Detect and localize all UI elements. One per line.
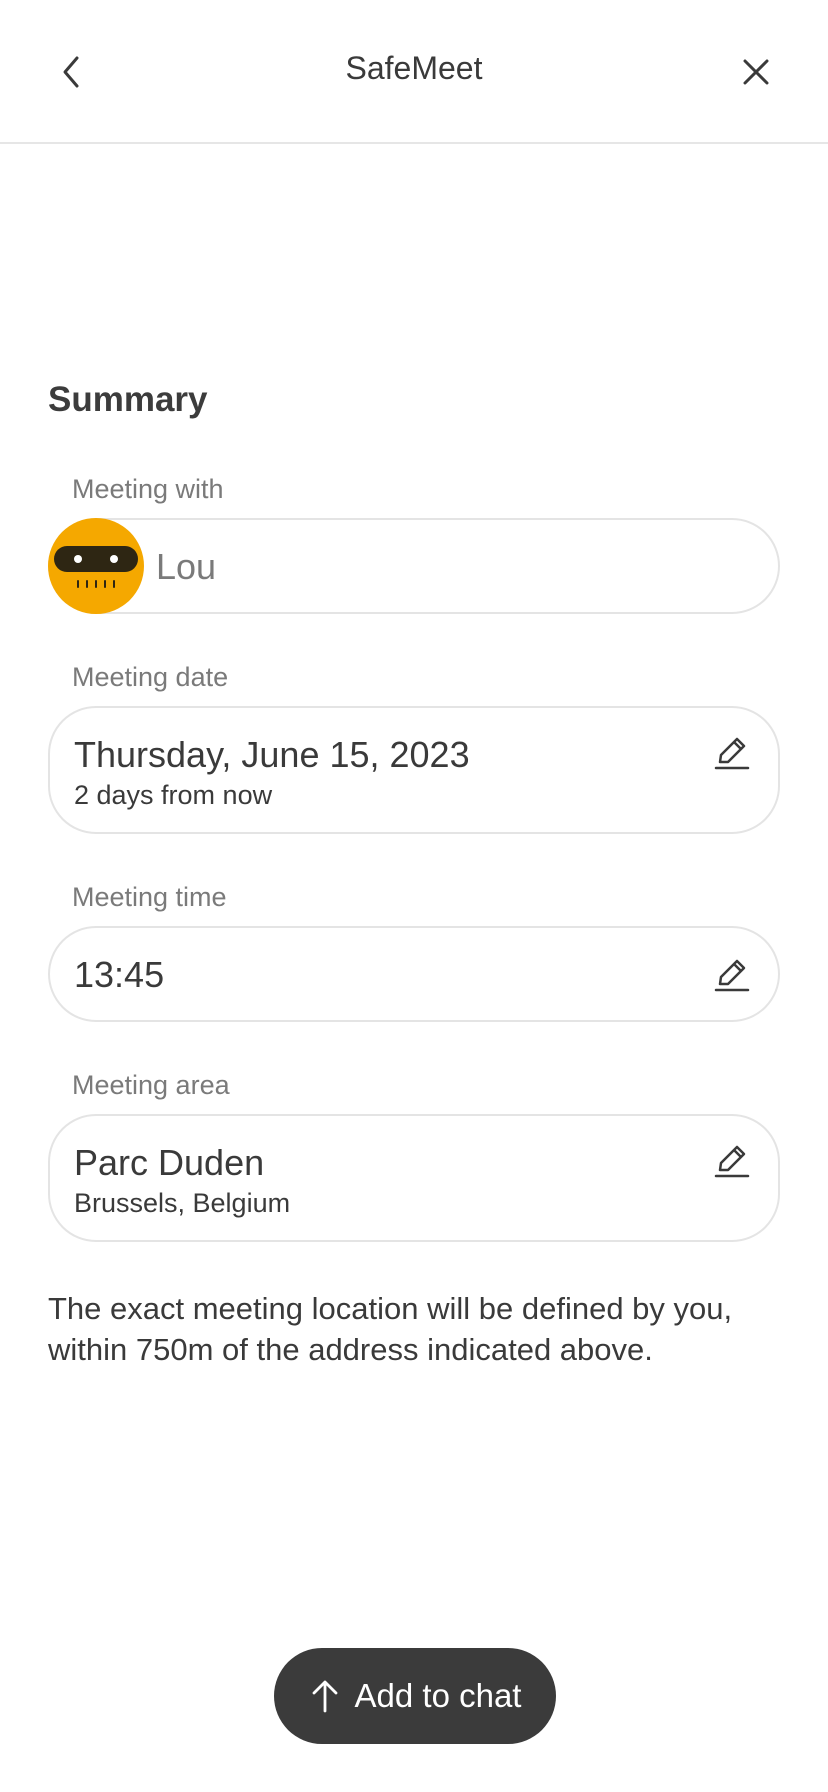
meeting-time-field[interactable]: 13:45 [48,926,780,1022]
meeting-area-place: Parc Duden [74,1142,265,1183]
avatar-face-icon [54,546,138,588]
location-note: The exact meeting location will be defin… [48,1291,733,1367]
meeting-area-label: Meeting area [72,1070,230,1100]
meeting-with-field: Lou [48,518,780,614]
summary-heading: Summary [48,380,208,419]
meeting-time-value: 13:45 [74,954,165,995]
add-to-chat-label: Add to chat [354,1677,522,1714]
page-title: SafeMeet [345,50,483,86]
meeting-date-field[interactable]: Thursday, June 15, 2023 2 days from now [48,706,780,834]
avatar [48,518,144,614]
close-icon [743,59,769,85]
contact-name: Lou [156,546,217,587]
close-button[interactable] [730,46,782,98]
add-to-chat-button[interactable]: Add to chat [274,1648,556,1744]
meeting-area-city: Brussels, Belgium [74,1188,291,1218]
arrow-up-icon [312,1680,337,1713]
pencil-icon[interactable] [712,1140,752,1180]
meeting-date-label: Meeting date [72,662,229,692]
meeting-area-field[interactable]: Parc Duden Brussels, Belgium [48,1114,780,1242]
meeting-date-value: Thursday, June 15, 2023 [74,734,470,775]
pencil-icon[interactable] [712,732,752,772]
meeting-with-label: Meeting with [72,474,224,504]
header: SafeMeet [0,0,828,144]
meeting-date-relative: 2 days from now [74,780,273,810]
pencil-icon[interactable] [712,954,752,994]
meeting-time-label: Meeting time [72,882,227,912]
